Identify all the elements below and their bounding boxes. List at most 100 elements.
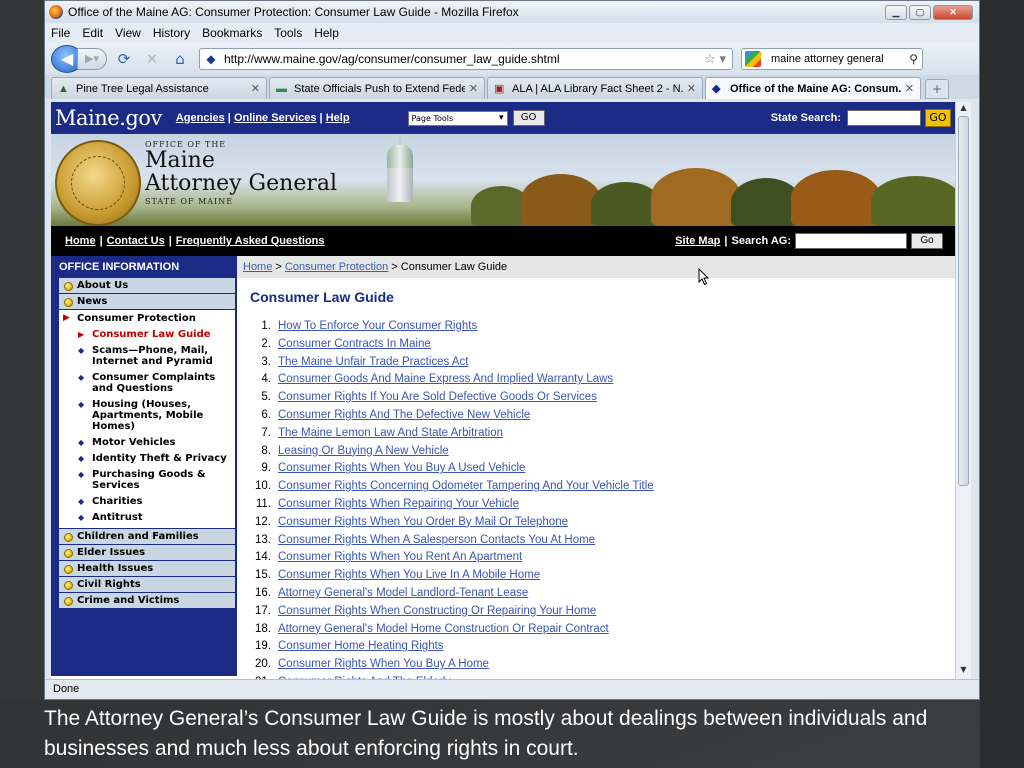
nav-sub-identity-theft[interactable]: ◆ Identity Theft & Privacy <box>59 451 235 467</box>
nav-item-health-issues[interactable]: Health Issues <box>59 561 235 577</box>
nav-sub-complaints[interactable]: ◆ Consumer Complaints and Questions <box>59 370 235 397</box>
site-identity-icon[interactable]: ◆ <box>204 52 218 66</box>
menu-tools[interactable]: Tools <box>274 26 302 40</box>
guide-item-link[interactable]: Attorney General's Model Home Constructi… <box>278 621 609 639</box>
reload-icon[interactable]: ⟳ <box>113 48 135 70</box>
guide-item-link[interactable]: Consumer Home Heating Rights <box>278 638 444 656</box>
guide-item-link[interactable]: The Maine Lemon Law And State Arbitratio… <box>278 425 503 443</box>
guide-item-link[interactable]: Consumer Rights When You Rent An Apartme… <box>278 549 522 567</box>
guide-item: 8. Leasing Or Buying A New Vehicle <box>237 443 955 461</box>
link-help[interactable]: Help <box>326 112 350 124</box>
stop-icon[interactable]: ✕ <box>141 48 163 70</box>
tab-maine-ag[interactable]: ◆ Office of the Maine AG: Consum... ✕ <box>705 77 921 99</box>
page-title: Consumer Law Guide <box>250 289 394 305</box>
forward-arrow-icon[interactable]: ▶▾ <box>77 48 107 70</box>
maine-gov-logo[interactable]: Maine.gov <box>55 106 162 130</box>
nav-item-civil-rights[interactable]: Civil Rights <box>59 577 235 593</box>
slide-stripe-right <box>980 0 1024 768</box>
state-search-go-button[interactable]: GO <box>925 109 951 127</box>
guide-item-link[interactable]: Consumer Rights Concerning Odometer Tamp… <box>278 478 654 496</box>
minimize-icon[interactable]: ▁ <box>885 4 907 20</box>
close-icon[interactable]: ✕ <box>933 4 973 20</box>
menu-bookmarks[interactable]: Bookmarks <box>202 26 262 40</box>
nav-sub-consumer-law-guide[interactable]: ▶ Consumer Law Guide <box>59 327 235 343</box>
nav-sub-purchasing[interactable]: ◆ Purchasing Goods & Services <box>59 467 235 494</box>
tab-close-icon[interactable]: ✕ <box>687 82 696 95</box>
menu-view[interactable]: View <box>115 26 141 40</box>
tab-close-icon[interactable]: ✕ <box>905 82 914 95</box>
guide-item-link[interactable]: Consumer Rights When Constructing Or Rep… <box>278 603 596 621</box>
menu-history[interactable]: History <box>153 26 190 40</box>
search-ag-input[interactable] <box>795 233 907 249</box>
search-box[interactable]: maine attorney general ⚲ <box>741 48 923 70</box>
bookmark-star-icon[interactable]: ☆ ▾ <box>704 51 726 67</box>
magnifier-icon[interactable]: ⚲ <box>909 52 918 66</box>
link-online-services[interactable]: Online Services <box>234 112 317 124</box>
state-search-input[interactable] <box>847 110 921 126</box>
guide-item-link[interactable]: Consumer Rights When You Buy A Home <box>278 656 489 674</box>
new-tab-icon[interactable]: + <box>925 79 949 99</box>
breadcrumb-home[interactable]: Home <box>243 261 272 273</box>
menu-file[interactable]: File <box>51 26 70 40</box>
guide-item-link[interactable]: Leasing Or Buying A New Vehicle <box>278 443 449 461</box>
nav-sub-charities[interactable]: ◆ Charities <box>59 494 235 510</box>
guide-item-number: 16. <box>255 586 271 599</box>
link-site-map[interactable]: Site Map <box>675 235 720 247</box>
link-faq[interactable]: Frequently Asked Questions <box>176 235 325 247</box>
guide-item-link[interactable]: Consumer Rights And The Defective New Ve… <box>278 407 530 425</box>
page-tools-select[interactable]: Page Tools <box>407 110 508 126</box>
title-bar: Office of the Maine AG: Consumer Protect… <box>45 1 979 23</box>
nav-sub-scams[interactable]: ◆ Scams—Phone, Mail, Internet and Pyramid <box>59 343 235 370</box>
guide-item-number: 12. <box>255 515 271 528</box>
nav-item-news[interactable]: News <box>59 294 235 310</box>
nav-sub-antitrust[interactable]: ◆ Antitrust <box>59 510 235 526</box>
tab-state-officials[interactable]: ▬ State Officials Push to Extend Fede...… <box>269 77 485 99</box>
link-agencies[interactable]: Agencies <box>176 112 225 124</box>
home-icon[interactable]: ⌂ <box>169 48 191 70</box>
link-home[interactable]: Home <box>65 235 96 247</box>
nav-sub-motor-vehicles[interactable]: ◆ Motor Vehicles <box>59 435 235 451</box>
guide-item-link[interactable]: Consumer Contracts In Maine <box>278 336 431 354</box>
scroll-down-icon[interactable]: ▼ <box>958 665 969 677</box>
guide-item-link[interactable]: How To Enforce Your Consumer Rights <box>278 318 477 336</box>
guide-item-link[interactable]: The Maine Unfair Trade Practices Act <box>278 354 468 372</box>
scrollbar-thumb[interactable] <box>958 116 969 486</box>
guide-item-link[interactable]: Consumer Rights When You Buy A Used Vehi… <box>278 460 525 478</box>
tab-close-icon[interactable]: ✕ <box>469 82 478 95</box>
guide-item-link[interactable]: Consumer Rights If You Are Sold Defectiv… <box>278 389 597 407</box>
nav-item-children-families[interactable]: Children and Families <box>59 529 235 545</box>
breadcrumb-consumer-protection[interactable]: Consumer Protection <box>285 261 388 273</box>
maximize-icon[interactable]: ▢ <box>909 4 931 20</box>
guide-item-link[interactable]: Consumer Goods And Maine Express And Imp… <box>278 371 613 389</box>
link-contact-us[interactable]: Contact Us <box>107 235 165 247</box>
guide-item-link[interactable]: Consumer Rights When You Live In A Mobil… <box>278 567 540 585</box>
vertical-scrollbar[interactable]: ▲ ▼ <box>955 102 971 679</box>
scroll-up-icon[interactable]: ▲ <box>958 103 969 115</box>
page-viewport: Maine.gov Agencies | Online Services | H… <box>51 102 955 679</box>
tab-ala[interactable]: ▣ ALA | ALA Library Fact Sheet 2 - N... … <box>487 77 703 99</box>
guide-item: 6. Consumer Rights And The Defective New … <box>237 407 955 425</box>
tab-close-icon[interactable]: ✕ <box>251 82 260 95</box>
search-input[interactable]: maine attorney general <box>771 53 909 65</box>
tab-pine-tree[interactable]: ▲ Pine Tree Legal Assistance ✕ <box>51 77 267 99</box>
address-bar[interactable]: ◆ http://www.maine.gov/ag/consumer/consu… <box>199 48 733 70</box>
banner-tree <box>791 170 881 226</box>
nav-sub-housing[interactable]: ◆ Housing (Houses, Apartments, Mobile Hom… <box>59 397 235 435</box>
google-icon[interactable] <box>745 51 761 67</box>
guide-item-link[interactable]: Consumer Rights When Repairing Your Vehi… <box>278 496 519 514</box>
nav-item-elder-issues[interactable]: Elder Issues <box>59 545 235 561</box>
url-text[interactable]: http://www.maine.gov/ag/consumer/consume… <box>224 52 704 66</box>
menu-edit[interactable]: Edit <box>82 26 103 40</box>
bullet-dot-icon <box>64 597 73 606</box>
page-tools-go-button[interactable]: GO <box>512 110 545 126</box>
nav-item-crime-victims[interactable]: Crime and Victims <box>59 593 235 609</box>
menu-help[interactable]: Help <box>314 26 339 40</box>
guide-item-link[interactable]: Consumer Rights When You Order By Mail O… <box>278 514 568 532</box>
guide-item-link[interactable]: Attorney General's Model Landlord-Tenant… <box>278 585 528 603</box>
nav-item-about-us[interactable]: About Us <box>59 278 235 294</box>
guide-item-link[interactable]: Consumer Rights When A Salesperson Conta… <box>278 532 595 550</box>
search-ag-go-button[interactable]: Go <box>911 233 943 249</box>
guide-item-number: 3. <box>261 355 271 368</box>
nav-item-consumer-protection[interactable]: ▶ Consumer Protection <box>59 313 235 324</box>
bullet-dot-icon <box>64 581 73 590</box>
